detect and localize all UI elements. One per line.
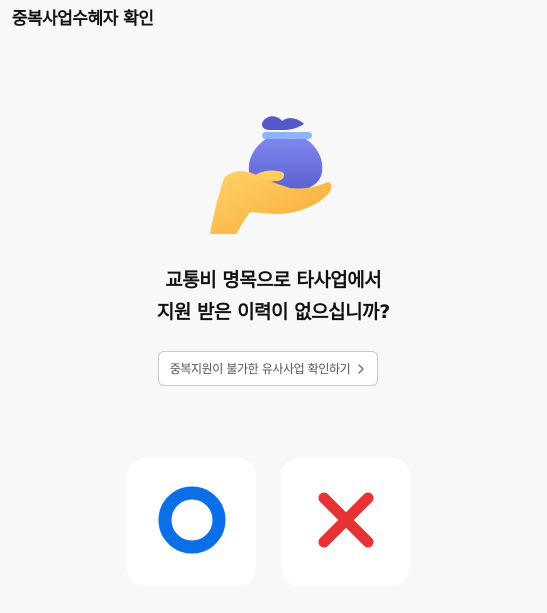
question-text: 교통비 명목으로 타사업에서 지원 받은 이력이 없으십니까? xyxy=(0,264,547,328)
question-line-1: 교통비 명목으로 타사업에서 xyxy=(165,269,383,291)
no-button[interactable] xyxy=(281,458,410,586)
yes-button[interactable] xyxy=(127,458,256,586)
similar-projects-link-label: 중복지원이 불가한 유사사업 확인하기 xyxy=(169,362,351,376)
x-mark-icon xyxy=(316,490,376,554)
similar-projects-link-button[interactable]: 중복지원이 불가한 유사사업 확인하기 xyxy=(158,351,378,386)
page-title: 중복사업수혜자 확인 xyxy=(12,9,154,29)
question-line-2: 지원 받은 이력이 없으십니까? xyxy=(157,301,390,323)
money-bag-hand-illustration xyxy=(198,112,338,242)
chevron-right-icon xyxy=(356,363,366,375)
circle-o-icon xyxy=(156,484,228,560)
